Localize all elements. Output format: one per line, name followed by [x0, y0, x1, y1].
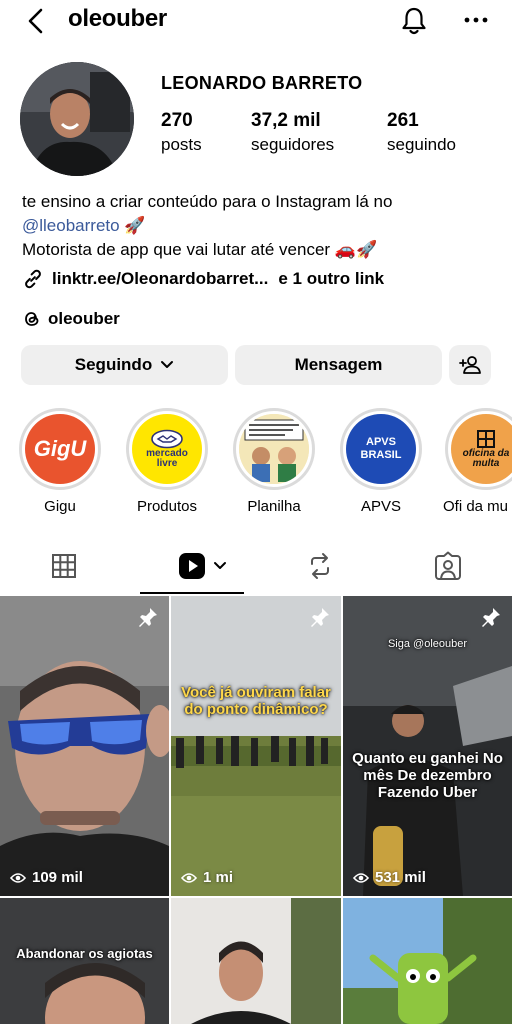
top-bar: oleouber	[0, 0, 512, 44]
stat-posts-label: posts	[161, 135, 202, 154]
stat-followers[interactable]: 37,2 mil seguidores	[251, 110, 334, 155]
profile-bio: te ensino a criar conteúdo para o Instag…	[22, 190, 492, 262]
rocket-emoji-icon: 🚀	[124, 216, 146, 235]
add-person-icon	[459, 356, 481, 374]
stat-posts-value: 270	[161, 110, 193, 131]
reel-thumbnail[interactable]: Abandonar os agiotas	[0, 898, 169, 1024]
mercado-livre-logo-icon: mercado livre	[132, 414, 202, 484]
threads-username: oleouber	[48, 309, 120, 328]
eye-icon	[353, 872, 369, 883]
bio-line-2: Motorista de app que vai lutar até vence…	[22, 240, 331, 259]
rocket-emoji-icon-2: 🚀	[355, 240, 378, 259]
reel-thumbnail-image	[0, 596, 169, 896]
active-tab-indicator	[140, 592, 244, 594]
comic-illustration-icon	[239, 414, 309, 484]
reel-caption: Abandonar os agiotas	[16, 946, 153, 961]
profile-links[interactable]: linktr.ee/Oleonardobarret... e 1 outro l…	[22, 266, 384, 292]
back-arrow-icon[interactable]	[22, 6, 50, 36]
reel-thumbnail-image	[171, 596, 341, 896]
reels-play-icon	[179, 553, 205, 579]
highlight-oficina[interactable]: oficina da multa Ofi da mu	[443, 408, 512, 515]
link-icon	[25, 269, 41, 289]
reel-thumbnail[interactable]	[343, 898, 512, 1024]
oficina-logo-icon: oficina da multa	[451, 414, 512, 484]
message-button-label: Mensagem	[294, 355, 383, 374]
profile-tabs	[0, 538, 512, 594]
highlight-produtos[interactable]: mercado livre Produtos	[124, 408, 210, 515]
reel-thumbnail-image	[343, 898, 512, 1024]
gigu-logo-icon: GigU	[25, 414, 95, 484]
reel-caption: Quanto eu ganhei No mês De dezembro Faze…	[352, 750, 503, 801]
reel-caption: Você já ouviram falar do ponto dinâmico?	[181, 684, 331, 718]
eye-icon	[181, 872, 197, 883]
stat-followers-value: 37,2 mil	[251, 110, 321, 131]
threads-icon	[25, 312, 39, 326]
highlight-label: Planilha	[247, 498, 301, 515]
reel-thumbnail[interactable]	[171, 898, 341, 1024]
threads-badge[interactable]: oleouber	[22, 307, 120, 331]
reel-thumbnail[interactable]: Você já ouviram falar do ponto dinâmico?…	[171, 596, 341, 896]
tab-reposts[interactable]	[300, 538, 340, 594]
grid-icon	[52, 554, 76, 578]
highlight-label: APVS	[360, 498, 402, 515]
stat-following[interactable]: 261 seguindo	[387, 110, 456, 155]
reel-thumbnail-image	[0, 898, 169, 1024]
highlight-apvs[interactable]: APVS BRASIL APVS	[338, 408, 424, 515]
bell-icon[interactable]	[398, 5, 430, 37]
stat-posts[interactable]: 270 posts	[161, 110, 202, 155]
reel-thumbnail[interactable]: Siga @oleouber Quanto eu ganhei No mês D…	[343, 596, 512, 896]
avatar-photo	[20, 62, 134, 176]
profile-avatar[interactable]	[20, 62, 134, 176]
reel-thumbnail[interactable]: 109 mil	[0, 596, 169, 896]
view-count: 1 mi	[181, 869, 233, 886]
apvs-logo-icon: APVS BRASIL	[346, 414, 416, 484]
profile-link-url[interactable]: linktr.ee/Oleonardobarret...	[52, 269, 268, 289]
message-button[interactable]: Mensagem	[235, 345, 442, 385]
view-count: 531 mil	[353, 869, 426, 886]
tab-posts-grid[interactable]	[40, 538, 88, 594]
following-button-label: Seguindo	[74, 355, 153, 374]
suggest-people-button[interactable]	[449, 345, 491, 385]
highlight-label: Ofi da mu	[443, 498, 509, 515]
following-button[interactable]: Seguindo	[21, 345, 228, 385]
eye-icon	[10, 872, 26, 883]
car-emoji-icon: 🚗	[334, 240, 356, 259]
highlight-label: Produtos	[136, 498, 198, 515]
reels-grid: 109 mil Você já ouviram falar do ponto d…	[0, 596, 512, 1024]
pin-icon	[311, 608, 329, 627]
stat-followers-label: seguidores	[251, 135, 335, 154]
view-count: 109 mil	[10, 869, 83, 886]
tagged-person-icon	[435, 551, 461, 580]
pin-icon	[482, 608, 500, 627]
reel-thumbnail-image	[171, 898, 341, 1024]
stat-following-label: seguindo	[387, 135, 457, 154]
highlight-gigu[interactable]: GigU Gigu	[17, 408, 103, 515]
chevron-down-icon	[214, 562, 226, 569]
highlight-planilha[interactable]: Planilha	[231, 408, 317, 515]
stat-following-value: 261	[387, 110, 419, 131]
profile-link-more[interactable]: e 1 outro link	[278, 269, 384, 289]
bio-line-1: te ensino a criar conteúdo para o Instag…	[22, 192, 393, 211]
repost-icon	[311, 553, 329, 579]
tab-tagged[interactable]	[428, 538, 468, 594]
bio-mention-link[interactable]: @lleobarreto	[22, 216, 120, 235]
tab-reels[interactable]	[170, 538, 234, 594]
reel-watermark: Siga @oleouber	[387, 638, 468, 650]
handshake-icon	[151, 429, 183, 449]
chevron-down-icon	[161, 361, 174, 368]
profile-full-name: LEONARDO BARRETO	[161, 73, 363, 93]
more-options-icon[interactable]	[462, 8, 490, 32]
pin-icon	[139, 608, 157, 627]
profile-username-title: oleouber	[68, 5, 167, 32]
highlight-label: Gigu	[44, 498, 76, 515]
